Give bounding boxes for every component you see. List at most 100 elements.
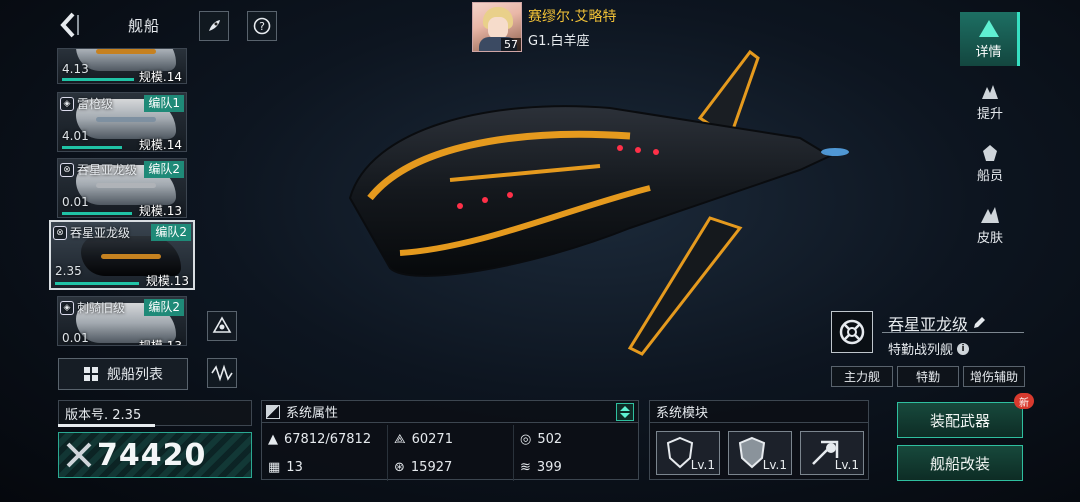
attributes-icon — [266, 404, 280, 419]
ship-list-item-selected[interactable]: ⊗ 吞星亚龙级 编队2 2.35 规模.13 — [49, 220, 195, 290]
ship-power: 0.01 — [62, 331, 89, 345]
svg-text:?: ? — [259, 20, 265, 33]
fleet-tag: 编队1 — [144, 95, 184, 112]
skin-icon — [981, 206, 999, 223]
modules-title: 系统模块 — [650, 401, 868, 423]
ship-name: 吞星亚龙级 — [70, 226, 131, 240]
tab-upgrade[interactable]: 提升 — [960, 74, 1020, 128]
speed-icon: ≋ — [520, 459, 531, 475]
attribute-hull: ▲ 67812/67812 — [262, 425, 388, 453]
commander-constellation: G1.白羊座 — [528, 34, 590, 49]
ship-power-bar — [55, 282, 139, 285]
tab-details[interactable]: 详情 — [960, 12, 1020, 66]
version-label: 版本号. 2.35 — [65, 407, 142, 423]
module-level: Lv.1 — [834, 458, 859, 472]
ship-artwork — [348, 49, 849, 356]
attribute-value: 67812/67812 — [284, 431, 372, 447]
ship-class-icon-box — [831, 311, 873, 353]
equip-weapons-button[interactable]: 装配武器 — [897, 402, 1023, 438]
attribute-value: 60271 — [411, 431, 453, 447]
commander-name: 赛缪尔.艾略特 — [528, 9, 617, 25]
attribute-value: 399 — [536, 459, 562, 475]
module-level: Lv.1 — [690, 458, 715, 472]
tab-label: 详情 — [975, 44, 1002, 60]
attributes-panel: 系统属性 ▲ 67812/67812 ⟁ 60271 ◎ 502 ▦ 13 ⊛ … — [261, 400, 640, 481]
refit-ship-label: 舰船改装 — [929, 454, 990, 473]
version-panel: 版本号. 2.35 — [58, 400, 252, 426]
fleet-tag: 编队2 — [151, 224, 191, 241]
hull-icon: ▲ — [268, 431, 278, 447]
ship-name: 雷枪级 — [77, 97, 114, 111]
ship-list-item[interactable]: ◈ 刺骑旧级 编队2 0.01 规模.13 — [57, 296, 187, 346]
module-slot[interactable]: Lv.1 — [800, 431, 864, 475]
attribute-value: 502 — [537, 431, 563, 447]
attributes-title: 系统属性 — [286, 406, 339, 421]
ship-scale: 规模.13 — [138, 204, 182, 218]
tab-label: 船员 — [976, 168, 1003, 184]
attribute-speed: ≋ 399 — [514, 453, 640, 481]
target-icon: ⊛ — [394, 459, 405, 475]
fleet-formation-button[interactable] — [207, 311, 237, 341]
formation-icon — [212, 316, 232, 333]
rocket-button[interactable] — [199, 11, 229, 41]
module-level: Lv.1 — [762, 458, 787, 472]
ship-type-label: 特勤战列舰 — [888, 343, 954, 358]
attribute-armor: ⟁ 60271 — [388, 425, 514, 453]
attribute-shield: ◎ 502 — [514, 425, 640, 453]
commander-avatar[interactable]: 57 — [472, 2, 522, 52]
modules-panel: 系统模块 Lv.1 Lv.1 Lv.1 — [649, 400, 869, 480]
ship-list-item[interactable]: ◈ 雷枪级 编队1 4.01 规模.14 — [57, 92, 187, 152]
tab-skin[interactable]: 皮肤 — [960, 198, 1020, 252]
module-slot[interactable]: Lv.1 — [728, 431, 792, 475]
ship-power: 4.13 — [62, 62, 89, 76]
ship-scale: 规模.13 — [138, 339, 182, 346]
refit-ship-button[interactable]: 舰船改装 — [897, 445, 1023, 481]
help-button[interactable]: ? — [247, 11, 277, 41]
shield-class-icon: ◈ — [60, 96, 74, 111]
details-icon — [978, 19, 999, 37]
chevron-left-icon — [60, 12, 79, 38]
role-tag: 主力舰 — [831, 366, 893, 387]
help-icon: ? — [253, 17, 271, 35]
target-class-icon — [839, 319, 865, 345]
armor-icon: ⟁ — [394, 431, 406, 447]
tab-crew[interactable]: 船员 — [960, 136, 1020, 190]
info-icon[interactable]: i — [957, 342, 970, 355]
ship-power-bar — [62, 146, 122, 149]
tab-label: 提升 — [976, 106, 1003, 122]
ship-list-item[interactable]: ⊗ 吞星亚龙级 编队2 0.01 规模.13 — [57, 158, 187, 218]
rocket-icon — [209, 20, 220, 31]
power-panel: 74420 — [58, 432, 252, 478]
ship-scale: 规模.14 — [138, 70, 182, 84]
wave-button[interactable] — [207, 358, 237, 388]
upgrade-icon — [982, 84, 998, 99]
ship-power-bar — [62, 212, 132, 215]
module-slot[interactable]: Lv.1 — [656, 431, 720, 475]
attribute-value: 15927 — [410, 459, 453, 475]
fleet-tag: 编队2 — [144, 161, 184, 178]
tab-label: 皮肤 — [976, 230, 1003, 246]
fleet-tag: 编队2 — [144, 299, 184, 316]
page-title: 舰船 — [127, 16, 160, 35]
ship-list-label: 舰船列表 — [107, 367, 163, 383]
divider — [882, 332, 1024, 333]
ship-name: 吞星亚龙级 — [77, 163, 138, 177]
attributes-toggle-button[interactable] — [616, 403, 634, 421]
grid-icon — [84, 367, 98, 381]
commander-panel[interactable]: 57 赛缪尔.艾略特 G1.白羊座 — [472, 2, 616, 54]
ship-list-button[interactable]: 舰船列表 — [58, 358, 188, 390]
new-badge: 新 — [1014, 393, 1034, 409]
ship-list-item[interactable]: 4.13 规模.14 — [57, 48, 187, 84]
ship-power: 2.35 — [55, 264, 82, 278]
attribute-target: ⊛ 15927 — [388, 453, 514, 481]
role-tag: 特勤 — [897, 366, 959, 387]
back-button[interactable] — [56, 10, 82, 40]
ship-scale: 规模.14 — [138, 138, 182, 152]
power-value: 74420 — [97, 437, 207, 473]
edit-icon[interactable] — [972, 316, 986, 330]
wave-icon — [211, 364, 233, 382]
ship-scale: 规模.13 — [145, 274, 189, 288]
attribute-value: 13 — [286, 459, 303, 475]
equip-weapons-label: 装配武器 — [929, 411, 990, 430]
ship-power-bar — [62, 78, 134, 81]
